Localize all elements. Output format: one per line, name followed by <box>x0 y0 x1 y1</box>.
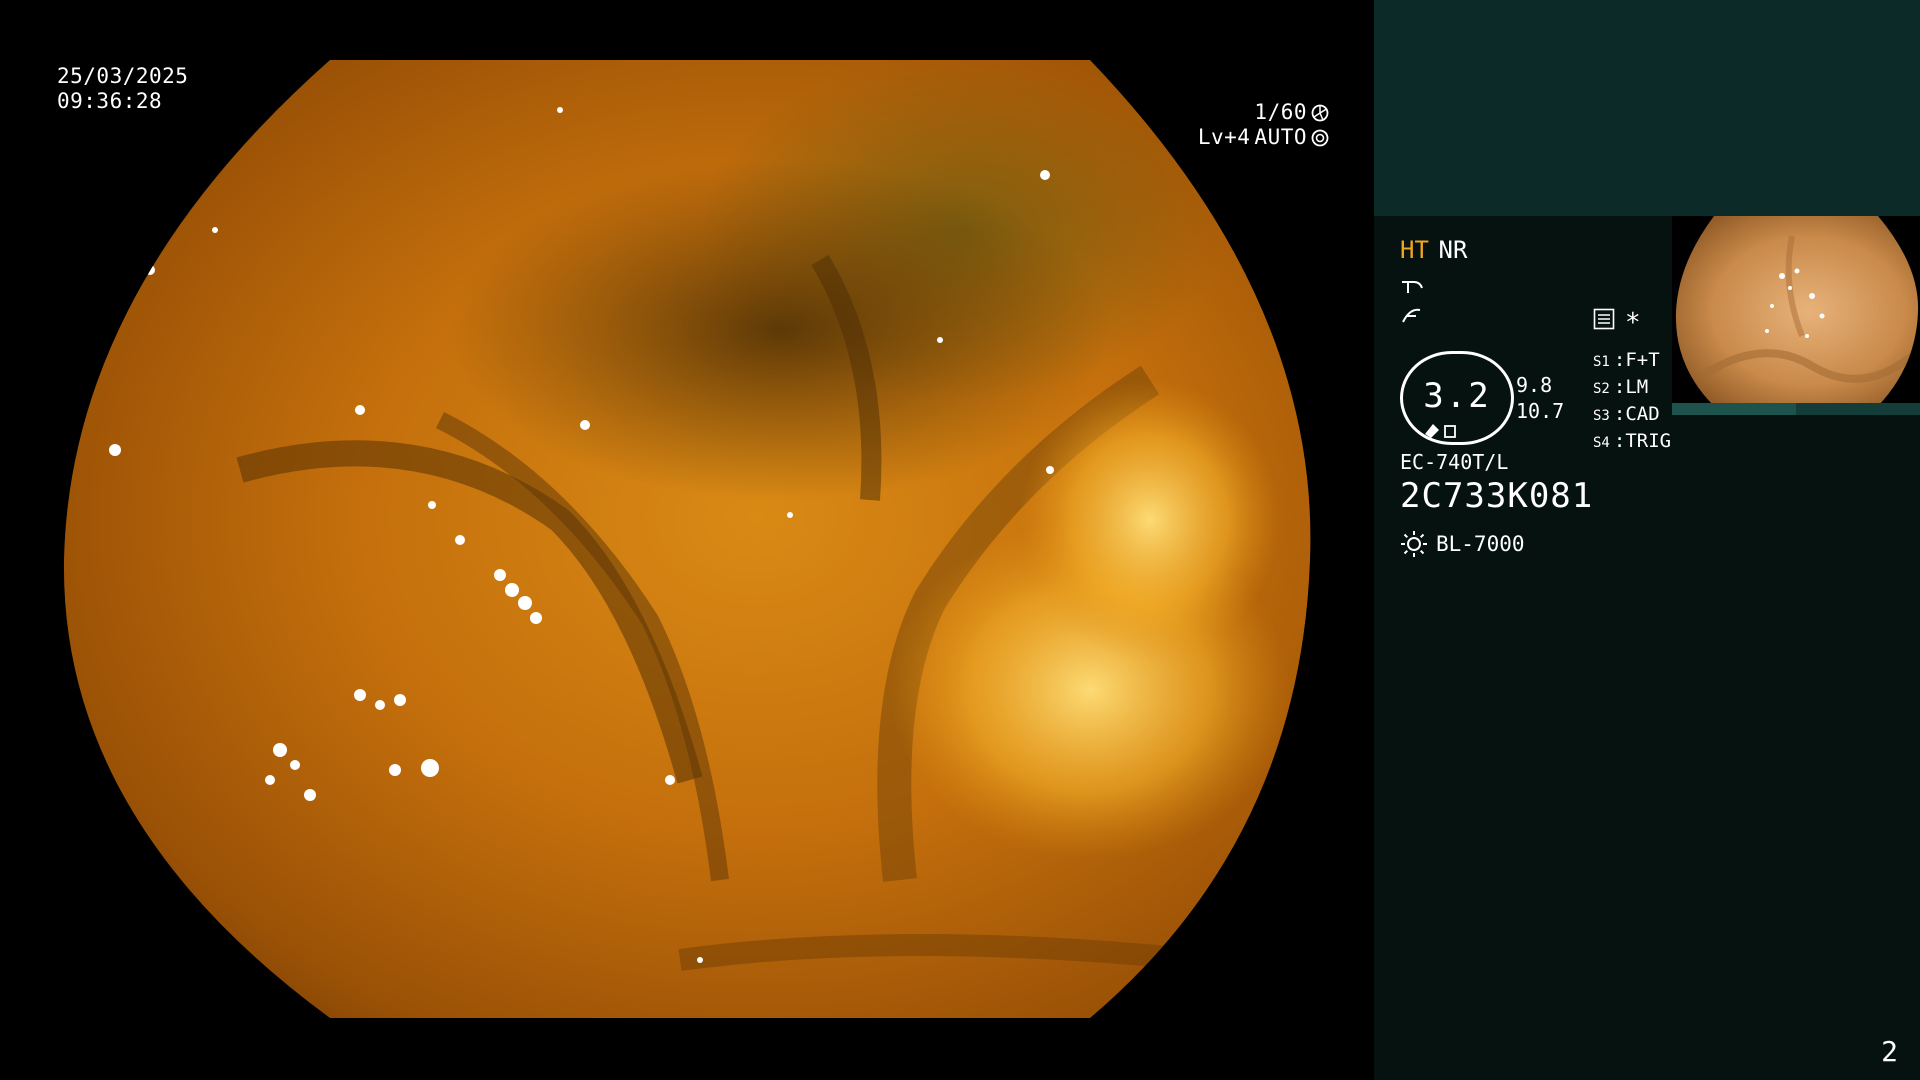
endoscope-viewport: 25/03/2025 09:36:28 1/60 Lv+4 AUTO <box>0 0 1374 1080</box>
light-source-text: BL-7000 <box>1436 532 1525 556</box>
filter-icon <box>1402 308 1421 323</box>
thumbnail-bar <box>1672 403 1920 415</box>
mode-ht: HT <box>1400 236 1429 264</box>
zoom-scale: 9.8 10.7 <box>1516 372 1564 424</box>
magnification-icon <box>1425 424 1456 438</box>
panel-header-area <box>1374 0 1920 216</box>
processor-status: HT NR * 3.2 9.8 10.7 S1:F+T S2:LM S3:… <box>1400 236 1671 576</box>
page-number: 2 <box>1881 1035 1898 1068</box>
time-text: 09:36:28 <box>57 89 163 113</box>
light-source: BL-7000 <box>1400 530 1525 558</box>
zoom-scale-bottom: 10.7 <box>1516 399 1565 423</box>
level-text: Lv+4 <box>1197 125 1251 149</box>
aperture-icon <box>1311 104 1329 121</box>
date-time-display: 25/03/2025 09:36:28 <box>57 64 188 114</box>
image-modes: HT NR <box>1400 236 1467 264</box>
zoom-scale-top: 9.8 <box>1516 373 1553 397</box>
scene-item: S4:TRIG <box>1593 430 1672 452</box>
zoom-indicator: 3.2 <box>1400 351 1514 445</box>
menu-icon <box>1593 308 1615 330</box>
scene-item: S3:CAD <box>1593 403 1660 425</box>
endoscopic-image <box>63 60 1311 1018</box>
mode-nr: NR <box>1438 236 1468 264</box>
thumbnail-image <box>1672 216 1920 406</box>
exposure-display: 1/60 Lv+4 AUTO <box>1198 100 1329 150</box>
scene-list: S1:F+T S2:LM S3:CAD S4:TRIG <box>1593 348 1671 456</box>
auto-iris-icon <box>1311 129 1329 146</box>
date-text: 25/03/2025 <box>57 64 189 88</box>
scene-item: S2:LM <box>1593 376 1649 398</box>
thumbnail-preview[interactable] <box>1672 216 1920 416</box>
info-panel: HT NR * 3.2 9.8 10.7 S1:F+T S2:LM S3:… <box>1374 0 1920 1080</box>
scope-model: EC-740T/L <box>1400 450 1509 474</box>
scope-serial: 2C733K081 <box>1400 476 1594 516</box>
pump-icon <box>1402 281 1423 293</box>
iris-mode-text: AUTO <box>1254 125 1307 149</box>
asterisk-indicator: * <box>1625 308 1641 338</box>
zoom-value: 3.2 <box>1423 376 1491 416</box>
light-icon <box>1401 531 1427 557</box>
shutter-text: 1/60 <box>1254 100 1307 124</box>
scene-item: S1:F+T <box>1593 349 1660 371</box>
